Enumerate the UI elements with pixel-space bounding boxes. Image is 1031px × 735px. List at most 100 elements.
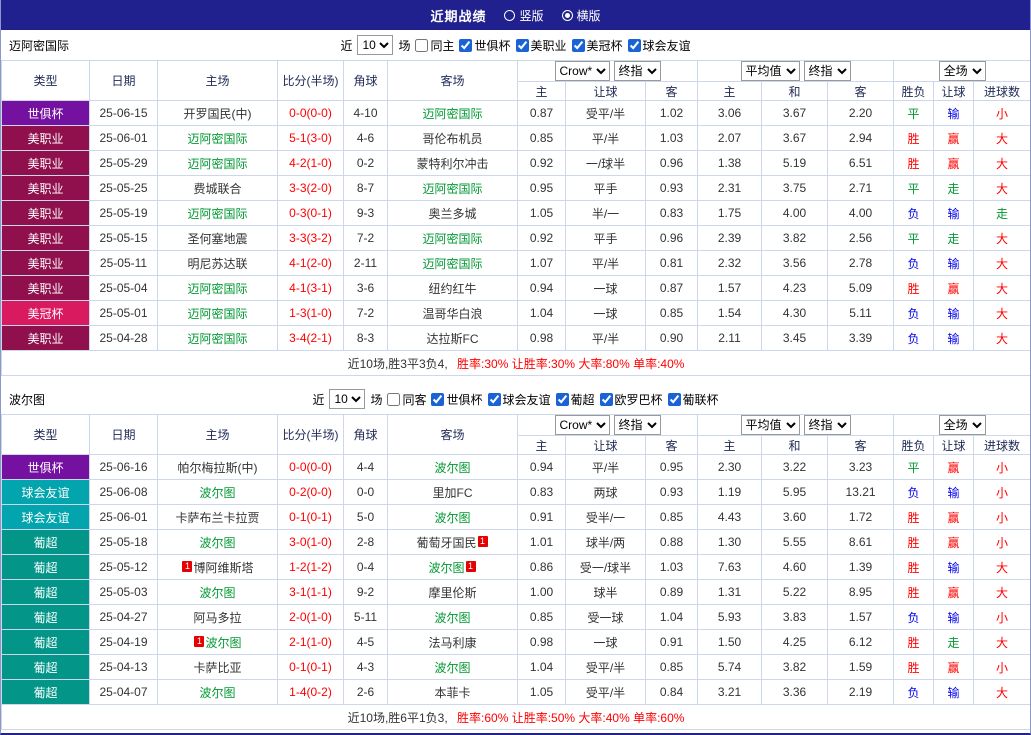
league-filter-checkbox[interactable] bbox=[431, 393, 444, 406]
league-filter-checkbox[interactable] bbox=[600, 393, 613, 406]
score-link[interactable]: 2-0(1-0) bbox=[289, 610, 332, 624]
league-filter-checkbox[interactable] bbox=[556, 393, 569, 406]
league-filter-checkbox[interactable] bbox=[459, 39, 472, 52]
team-link[interactable]: 葡萄牙国民 bbox=[416, 536, 476, 550]
team-link[interactable]: 费城联合 bbox=[193, 182, 241, 196]
team-link[interactable]: 迈阿密国际 bbox=[422, 182, 482, 196]
average-stage-select[interactable]: 终指 bbox=[804, 415, 851, 435]
team-link[interactable]: 波尔图 bbox=[199, 536, 235, 550]
date-cell: 25-04-07 bbox=[90, 680, 158, 705]
bookmaker-select[interactable]: Crow* bbox=[555, 61, 610, 81]
same-venue-checkbox[interactable] bbox=[415, 39, 428, 52]
team-link[interactable]: 波尔图 bbox=[434, 461, 470, 475]
league-filter[interactable]: 球会友谊 bbox=[488, 391, 551, 408]
team-link[interactable]: 波尔图 bbox=[434, 511, 470, 525]
team-link[interactable]: 波尔图 bbox=[434, 611, 470, 625]
score-link[interactable]: 0-0(0-0) bbox=[289, 460, 332, 474]
layout-option-vertical[interactable]: 竖版 bbox=[504, 7, 543, 24]
team-link[interactable]: 温哥华白浪 bbox=[422, 307, 482, 321]
league-filter-checkbox[interactable] bbox=[488, 393, 501, 406]
team-link[interactable]: 波尔图 bbox=[205, 636, 241, 650]
euro-home-odds-cell: 1.30 bbox=[698, 530, 762, 555]
bookmaker-select[interactable]: Crow* bbox=[555, 415, 610, 435]
team-link[interactable]: 迈阿密国际 bbox=[187, 132, 247, 146]
team-link[interactable]: 波尔图 bbox=[199, 586, 235, 600]
scope-select[interactable]: 全场 bbox=[939, 415, 986, 435]
team-link[interactable]: 纽约红牛 bbox=[428, 282, 476, 296]
league-filter[interactable]: 世俱杯 bbox=[459, 37, 510, 54]
team-link[interactable]: 蒙特利尔冲击 bbox=[416, 157, 488, 171]
average-select[interactable]: 平均值 bbox=[741, 61, 800, 81]
score-link[interactable]: 2-1(1-0) bbox=[289, 635, 332, 649]
team-link[interactable]: 圣何塞地震 bbox=[187, 232, 247, 246]
home-team-cell: 帕尔梅拉斯(中) bbox=[158, 455, 278, 480]
team-link[interactable]: 迈阿密国际 bbox=[422, 107, 482, 121]
scope-select[interactable]: 全场 bbox=[939, 61, 986, 81]
same-venue-filter[interactable]: 同客 bbox=[387, 391, 426, 408]
handicap-line-cell: 受一/球半 bbox=[566, 555, 646, 580]
layout-option-horizontal[interactable]: 横版 bbox=[562, 7, 601, 24]
league-filter[interactable]: 球会友谊 bbox=[628, 37, 691, 54]
score-link[interactable]: 0-1(0-1) bbox=[289, 660, 332, 674]
score-link[interactable]: 3-4(2-1) bbox=[289, 331, 332, 345]
score-link[interactable]: 0-1(0-1) bbox=[289, 510, 332, 524]
team-link[interactable]: 帕尔梅拉斯(中) bbox=[178, 461, 258, 475]
team-link[interactable]: 明尼苏达联 bbox=[187, 257, 247, 271]
league-filter[interactable]: 葡联杯 bbox=[668, 391, 719, 408]
average-stage-select[interactable]: 终指 bbox=[804, 61, 851, 81]
team-link[interactable]: 迈阿密国际 bbox=[187, 307, 247, 321]
score-link[interactable]: 0-0(0-0) bbox=[289, 106, 332, 120]
team-link[interactable]: 博阿维斯塔 bbox=[193, 561, 253, 575]
league-filter-checkbox[interactable] bbox=[628, 39, 641, 52]
team-link[interactable]: 迈阿密国际 bbox=[422, 257, 482, 271]
league-filter[interactable]: 美职业 bbox=[516, 37, 567, 54]
team-link[interactable]: 本菲卡 bbox=[434, 686, 470, 700]
bookmaker-stage-select[interactable]: 终指 bbox=[614, 61, 661, 81]
score-link[interactable]: 3-3(2-0) bbox=[289, 181, 332, 195]
team-link[interactable]: 波尔图 bbox=[428, 561, 464, 575]
league-filter[interactable]: 欧罗巴杯 bbox=[600, 391, 663, 408]
team-link[interactable]: 开罗国民(中) bbox=[184, 107, 252, 121]
same-venue-filter[interactable]: 同主 bbox=[415, 37, 454, 54]
bookmaker-stage-select[interactable]: 终指 bbox=[614, 415, 661, 435]
team-link[interactable]: 波尔图 bbox=[434, 661, 470, 675]
league-filter-checkbox[interactable] bbox=[516, 39, 529, 52]
team-link[interactable]: 哥伦布机员 bbox=[422, 132, 482, 146]
team-link[interactable]: 摩里伦斯 bbox=[428, 586, 476, 600]
score-link[interactable]: 1-2(1-2) bbox=[289, 560, 332, 574]
score-link[interactable]: 3-3(3-2) bbox=[289, 231, 332, 245]
team-link[interactable]: 迈阿密国际 bbox=[422, 232, 482, 246]
score-link[interactable]: 5-1(3-0) bbox=[289, 131, 332, 145]
league-filter-checkbox[interactable] bbox=[668, 393, 681, 406]
score-link[interactable]: 3-0(1-0) bbox=[289, 535, 332, 549]
score-link[interactable]: 4-2(1-0) bbox=[289, 156, 332, 170]
score-link[interactable]: 3-1(1-1) bbox=[289, 585, 332, 599]
score-link[interactable]: 1-4(0-2) bbox=[289, 685, 332, 699]
team-link[interactable]: 迈阿密国际 bbox=[187, 282, 247, 296]
team-link[interactable]: 迈阿密国际 bbox=[187, 332, 247, 346]
team-link[interactable]: 波尔图 bbox=[199, 486, 235, 500]
score-link[interactable]: 0-2(0-0) bbox=[289, 485, 332, 499]
league-filter[interactable]: 葡超 bbox=[556, 391, 595, 408]
team-link[interactable]: 波尔图 bbox=[199, 686, 235, 700]
team-link[interactable]: 奥兰多城 bbox=[428, 207, 476, 221]
team-link[interactable]: 迈阿密国际 bbox=[187, 157, 247, 171]
score-link[interactable]: 4-1(3-1) bbox=[289, 281, 332, 295]
score-link[interactable]: 0-3(0-1) bbox=[289, 206, 332, 220]
team-link[interactable]: 达拉斯FC bbox=[427, 332, 479, 346]
score-link[interactable]: 4-1(2-0) bbox=[289, 256, 332, 270]
team-link[interactable]: 迈阿密国际 bbox=[187, 207, 247, 221]
team-link[interactable]: 阿马多拉 bbox=[193, 611, 241, 625]
team-link[interactable]: 里加FC bbox=[433, 486, 473, 500]
score-link[interactable]: 1-3(1-0) bbox=[289, 306, 332, 320]
match-count-select[interactable]: 10 bbox=[329, 389, 365, 409]
team-link[interactable]: 法马利康 bbox=[428, 636, 476, 650]
average-select[interactable]: 平均值 bbox=[741, 415, 800, 435]
team-link[interactable]: 卡萨比亚 bbox=[193, 661, 241, 675]
league-filter-checkbox[interactable] bbox=[572, 39, 585, 52]
team-link[interactable]: 卡萨布兰卡拉贾 bbox=[175, 511, 259, 525]
league-filter[interactable]: 世俱杯 bbox=[431, 391, 482, 408]
league-filter[interactable]: 美冠杯 bbox=[572, 37, 623, 54]
same-venue-checkbox[interactable] bbox=[387, 393, 400, 406]
match-count-select[interactable]: 10 bbox=[357, 35, 393, 55]
